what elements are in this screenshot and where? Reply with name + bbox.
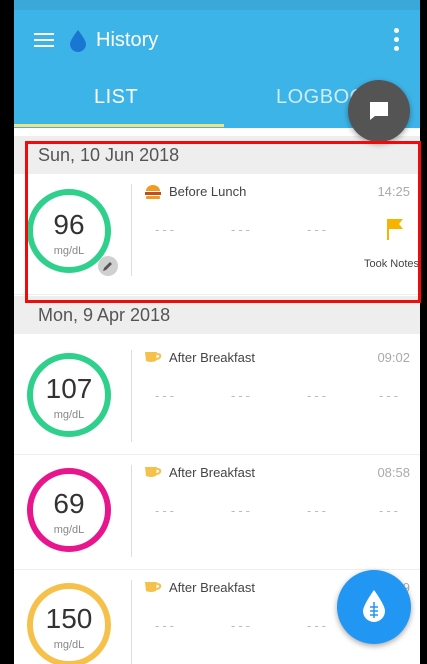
meal-label: After Breakfast bbox=[169, 580, 255, 595]
glucose-unit: mg/dL bbox=[53, 639, 85, 651]
empty-value: --- bbox=[231, 618, 253, 633]
cup-icon bbox=[144, 350, 162, 369]
more-vert-icon[interactable] bbox=[394, 28, 400, 55]
meal-label: After Breakfast bbox=[169, 465, 255, 480]
empty-value: --- bbox=[379, 388, 401, 403]
glucose-unit: mg/dL bbox=[53, 409, 85, 421]
date-label: Mon, 9 Apr 2018 bbox=[38, 305, 171, 325]
glucose-value: 107 bbox=[45, 373, 93, 404]
empty-value: --- bbox=[307, 388, 329, 403]
blood-drop-icon bbox=[70, 30, 86, 57]
selection-highlight bbox=[25, 141, 421, 303]
status-bar bbox=[14, 0, 420, 10]
page-title: History bbox=[96, 29, 159, 51]
empty-value: --- bbox=[379, 503, 401, 518]
glucose-value: 150 bbox=[45, 603, 93, 634]
add-reading-button[interactable] bbox=[337, 570, 411, 644]
divider bbox=[131, 580, 132, 664]
divider bbox=[131, 350, 132, 442]
glucose-ring: 150 mg/dL bbox=[27, 583, 111, 664]
empty-value: --- bbox=[307, 503, 329, 518]
divider bbox=[131, 465, 132, 557]
tab-list[interactable]: LIST bbox=[94, 86, 138, 109]
entry-time: 08:58 bbox=[377, 465, 410, 480]
glucose-ring: 69 mg/dL bbox=[27, 468, 111, 552]
tab-indicator bbox=[14, 124, 224, 127]
cup-icon bbox=[144, 580, 162, 599]
glucose-value: 69 bbox=[53, 488, 85, 519]
entry-time: 09:02 bbox=[377, 350, 410, 365]
chat-button[interactable] bbox=[348, 80, 410, 142]
meal-label: After Breakfast bbox=[169, 350, 255, 365]
chat-bubble-icon bbox=[370, 102, 388, 120]
empty-value: --- bbox=[155, 618, 177, 633]
list-item[interactable]: 107 mg/dL After Breakfast 09:02 --- --- … bbox=[14, 340, 420, 455]
glucose-ring: 107 mg/dL bbox=[27, 353, 111, 437]
add-reading-icon bbox=[363, 590, 385, 622]
hamburger-menu-icon[interactable] bbox=[34, 33, 54, 47]
empty-value: --- bbox=[231, 388, 253, 403]
glucose-unit: mg/dL bbox=[53, 524, 85, 536]
app-screen: History LIST LOGBOOK Sun, 10 Jun 2018 96… bbox=[14, 0, 420, 664]
empty-value: --- bbox=[155, 503, 177, 518]
cup-icon bbox=[144, 465, 162, 484]
list-item[interactable]: 69 mg/dL After Breakfast 08:58 --- --- -… bbox=[14, 455, 420, 570]
empty-value: --- bbox=[231, 503, 253, 518]
empty-value: --- bbox=[155, 388, 177, 403]
empty-value: --- bbox=[307, 618, 329, 633]
